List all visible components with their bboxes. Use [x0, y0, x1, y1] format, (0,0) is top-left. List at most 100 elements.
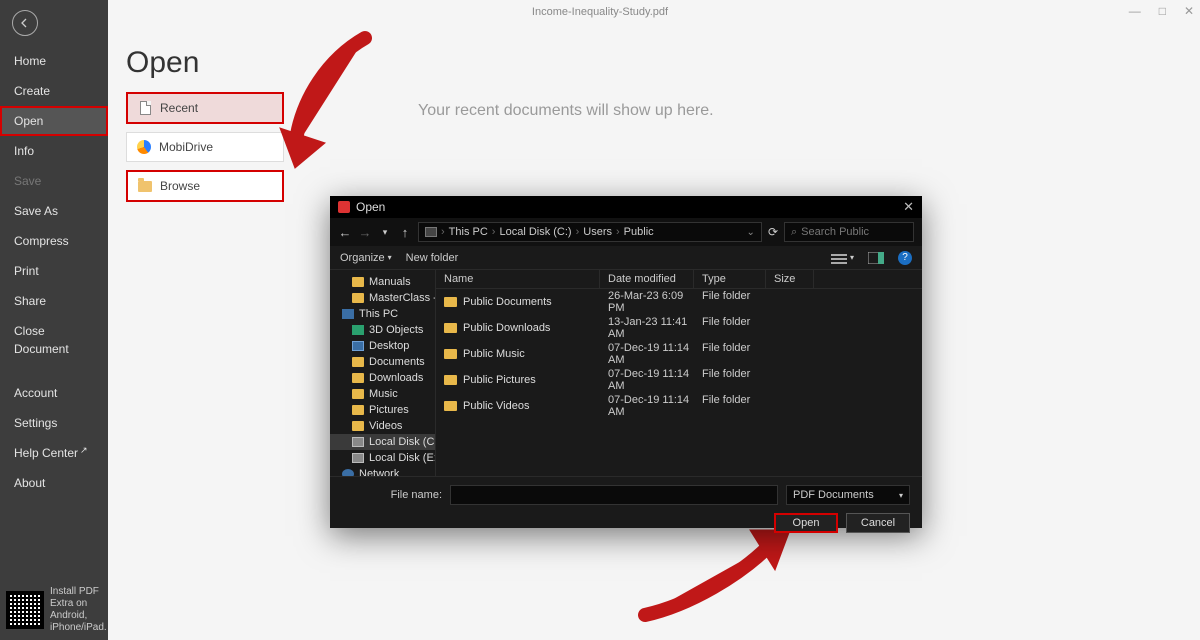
dialog-close-button[interactable]: ✕ [903, 199, 914, 215]
help-button[interactable]: ? [898, 251, 912, 265]
folder-tree[interactable]: ManualsMasterClass - deThis PC3D Objects… [330, 270, 436, 476]
filename-input[interactable] [450, 485, 778, 505]
file-type-filter[interactable]: PDF Documents▾ [786, 485, 910, 505]
file-type: File folder [694, 394, 766, 418]
file-row[interactable]: Public Videos07-Dec-19 11:14 AMFile fold… [436, 393, 922, 419]
tree-item-label: Local Disk (C:) [369, 436, 435, 448]
file-row[interactable]: Public Downloads13-Jan-23 11:41 AMFile f… [436, 315, 922, 341]
preview-pane-button[interactable] [868, 252, 884, 264]
sidebar-item-save-as[interactable]: Save As [0, 196, 108, 226]
sidebar-item-info[interactable]: Info [0, 136, 108, 166]
disk-icon [352, 453, 364, 463]
organize-menu[interactable]: Organize ▾ [340, 252, 392, 264]
file-row[interactable]: Public Documents26-Mar-23 6:09 PMFile fo… [436, 289, 922, 315]
maximize-button[interactable]: □ [1159, 4, 1166, 18]
file-type: File folder [694, 342, 766, 366]
tree-item-label: Downloads [369, 372, 423, 384]
tree-item[interactable]: Pictures [330, 402, 435, 418]
tree-item[interactable]: MasterClass - de [330, 290, 435, 306]
nav-recent-button[interactable]: ▾ [378, 227, 392, 238]
sidebar-item-home[interactable]: Home [0, 46, 108, 76]
sidebar-item-close-document[interactable]: Close Document [0, 316, 108, 364]
tree-item[interactable]: Local Disk (C:) [330, 434, 435, 450]
search-input[interactable]: ⌕ Search Public [784, 222, 914, 242]
file-name: Public Pictures [463, 374, 536, 386]
breadcrumb-segment[interactable]: Local Disk (C:) [499, 226, 571, 238]
document-title: Income-Inequality-Study.pdf [532, 6, 668, 18]
sidebar-item-help-center[interactable]: Help Center↗ [0, 438, 108, 468]
tree-item-label: Documents [369, 356, 425, 368]
breadcrumb-segment[interactable]: Public [624, 226, 654, 238]
column-type[interactable]: Type [694, 270, 766, 288]
folder-icon [352, 277, 364, 287]
source-recent-label: Recent [160, 101, 198, 115]
tree-item[interactable]: Local Disk (E:) [330, 450, 435, 466]
file-size [766, 316, 814, 340]
chevron-down-icon[interactable]: ⌄ [747, 227, 755, 238]
view-options-button[interactable]: ▾ [831, 252, 854, 264]
tree-item[interactable]: Videos [330, 418, 435, 434]
dialog-nav: ← → ▾ ↑ › This PC› Local Disk (C:)› User… [330, 218, 922, 246]
tree-item[interactable]: Documents [330, 354, 435, 370]
source-browse[interactable]: Browse [126, 170, 284, 202]
file-row[interactable]: Public Pictures 07-Dec-19 11:14 AMFile fo… [436, 367, 922, 393]
document-icon [138, 101, 152, 115]
breadcrumb-segment[interactable]: This PC [449, 226, 488, 238]
file-name: Public Music [463, 348, 525, 360]
open-button[interactable]: Open [774, 513, 838, 533]
desktop-icon [352, 341, 364, 351]
file-date: 07-Dec-19 11:14 AM [600, 394, 694, 418]
sidebar-item-print[interactable]: Print [0, 256, 108, 286]
tree-item-label: Videos [369, 420, 402, 432]
back-button[interactable] [12, 10, 38, 36]
nav-forward-button[interactable]: → [358, 225, 372, 240]
file-date: 07-Dec-19 11:14 AM [600, 342, 694, 366]
app-icon [338, 201, 350, 213]
filename-label: File name: [342, 489, 442, 501]
sidebar-item-about[interactable]: About [0, 468, 108, 498]
tree-item[interactable]: Music [330, 386, 435, 402]
column-name[interactable]: Name [436, 270, 600, 288]
install-promo[interactable]: Install PDF Extra on Android, iPhone/iPa… [6, 586, 104, 634]
breadcrumb-segment[interactable]: Users [583, 226, 612, 238]
source-mobidrive[interactable]: MobiDrive [126, 132, 284, 162]
source-recent[interactable]: Recent [126, 92, 284, 124]
sidebar-item-compress[interactable]: Compress [0, 226, 108, 256]
search-icon: ⌕ [791, 226, 797, 239]
promo-text: Install PDF Extra on Android, iPhone/iPa… [50, 586, 104, 634]
tree-item[interactable]: This PC [330, 306, 435, 322]
folder-icon [444, 349, 457, 359]
minimize-button[interactable]: — [1129, 4, 1141, 18]
file-date: 07-Dec-19 11:14 AM [600, 368, 694, 392]
sidebar-item-settings[interactable]: Settings [0, 408, 108, 438]
recent-empty-hint: Your recent documents will show up here. [418, 102, 714, 120]
folder-icon [352, 421, 364, 431]
column-date[interactable]: Date modified [600, 270, 694, 288]
sidebar-item-account[interactable]: Account [0, 378, 108, 408]
file-name: Public Downloads [463, 322, 550, 334]
tree-item[interactable]: Network [330, 466, 435, 476]
tree-item-label: Pictures [369, 404, 409, 416]
cancel-button[interactable]: Cancel [846, 513, 910, 533]
breadcrumb[interactable]: › This PC› Local Disk (C:)› Users› Publi… [418, 222, 762, 242]
tree-item[interactable]: Desktop [330, 338, 435, 354]
tree-item[interactable]: 3D Objects [330, 322, 435, 338]
tree-item[interactable]: Downloads [330, 370, 435, 386]
tree-item[interactable]: Manuals [330, 274, 435, 290]
mobidrive-icon [137, 140, 151, 154]
nav-up-button[interactable]: ↑ [398, 225, 412, 240]
file-list: Name Date modified Type Size Public Docu… [436, 270, 922, 476]
new-folder-button[interactable]: New folder [406, 252, 459, 264]
sidebar-item-open[interactable]: Open [0, 106, 108, 136]
source-mobidrive-label: MobiDrive [159, 140, 213, 154]
file-row[interactable]: Public Music 07-Dec-19 11:14 AMFile folde… [436, 341, 922, 367]
close-window-button[interactable]: ✕ [1184, 4, 1194, 18]
file-list-header[interactable]: Name Date modified Type Size [436, 270, 922, 289]
sidebar-item-create[interactable]: Create [0, 76, 108, 106]
nav-back-button[interactable]: ← [338, 225, 352, 240]
refresh-button[interactable]: ⟳ [768, 225, 778, 239]
column-size[interactable]: Size [766, 270, 814, 288]
sidebar-item-share[interactable]: Share [0, 286, 108, 316]
file-type: File folder [694, 290, 766, 314]
file-type: File folder [694, 368, 766, 392]
